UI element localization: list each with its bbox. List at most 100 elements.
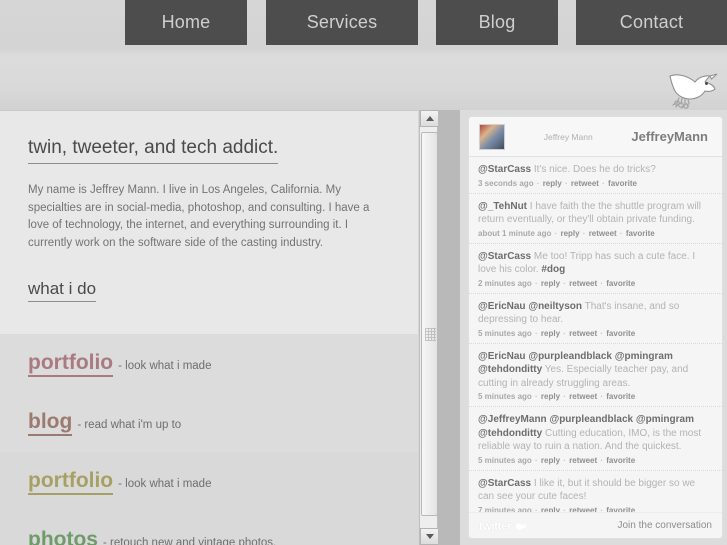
tweet-action-favorite[interactable]: favorite: [626, 229, 655, 238]
tweet-action-favorite[interactable]: favorite: [606, 329, 635, 338]
link-row-blog: blog - read what i'm up to: [0, 393, 418, 453]
tweet-mention[interactable]: @_TehNut: [478, 201, 527, 212]
main-content-panel: twin, tweeter, and tech addict. My name …: [0, 110, 418, 545]
tweet-mention[interactable]: @neiltyson: [526, 301, 582, 312]
tweet-action-reply[interactable]: reply: [541, 329, 560, 338]
scroll-up-button[interactable]: [420, 110, 439, 127]
scroll-down-button[interactable]: [420, 528, 439, 545]
twitter-bird-icon: [662, 62, 722, 110]
scrollbar-grip-icon: [425, 328, 436, 341]
tweet-meta: 5 minutes ago · reply · retweet · favori…: [478, 456, 713, 465]
tweet-action-retweet[interactable]: retweet: [569, 329, 597, 338]
main-navigation: Home Services Blog Contact: [0, 0, 727, 45]
link-portfolio-1[interactable]: portfolio: [28, 351, 114, 378]
meta-separator: ·: [561, 278, 569, 288]
tweet-mention[interactable]: @pmingram: [633, 414, 694, 425]
meta-separator: ·: [562, 178, 570, 188]
twitter-widget-region: Jeffrey Mann JeffreyMann @StarCass It's …: [460, 110, 727, 545]
tweet-text: @StarCass Me too! Tripp has such a cute …: [478, 250, 696, 276]
tweet-action-retweet[interactable]: retweet: [569, 456, 597, 465]
tweet-action-retweet[interactable]: retweet: [569, 392, 597, 401]
twitter-bird-small-icon: [515, 523, 526, 530]
link-desc-blog: - read what i'm up to: [77, 419, 182, 432]
avatar: [479, 123, 505, 150]
tweet-mention[interactable]: @EricNau: [478, 351, 526, 362]
join-conversation-link[interactable]: Join the conversation: [617, 520, 712, 531]
meta-separator: ·: [580, 228, 588, 238]
meta-separator: ·: [599, 178, 608, 188]
tweet-item[interactable]: @StarCass I like it, but it should be bi…: [469, 471, 722, 513]
tweet-action-reply[interactable]: reply: [560, 229, 579, 238]
tweet-mention[interactable]: @purpleandblack: [547, 414, 633, 425]
tweet-action-retweet[interactable]: retweet: [571, 179, 599, 188]
tweet-item[interactable]: @StarCass It's nice. Does he do tricks? 3…: [469, 157, 722, 194]
tweet-hashtag[interactable]: #dog: [541, 264, 565, 275]
link-desc-photos: - retouch new and vintage photos.: [102, 537, 277, 545]
meta-separator: ·: [532, 392, 540, 401]
page-root: Home Services Blog Contact twin, tweeter…: [0, 0, 727, 545]
nav-item-home[interactable]: Home: [125, 0, 247, 45]
link-desc-portfolio-2: - look what i made: [118, 478, 212, 491]
meta-separator: ·: [598, 328, 606, 338]
tweet-text: @JeffreyMann @purpleandblack @pmingram @…: [478, 414, 702, 452]
meta-separator: ·: [532, 278, 540, 288]
tweet-item[interactable]: @EricNau @neiltyson That's insane, and s…: [469, 294, 722, 344]
tweet-mention[interactable]: @tehdonditty: [478, 428, 542, 439]
tweet-text: @_TehNut I have faith the the shuttle pr…: [478, 200, 701, 226]
tweet-mention[interactable]: @StarCass: [478, 164, 531, 175]
tweet-mention[interactable]: @StarCass: [478, 478, 531, 489]
meta-separator: ·: [598, 455, 606, 465]
meta-separator: ·: [561, 455, 569, 465]
tweet-item[interactable]: @EricNau @purpleandblack @pmingram @tehd…: [469, 344, 722, 407]
link-portfolio-2[interactable]: portfolio: [28, 469, 114, 496]
twitter-widget-footer: twitter Join the conversation: [469, 512, 722, 538]
tweet-meta: about 1 minute ago · reply · retweet · f…: [478, 229, 713, 238]
tweet-action-favorite[interactable]: favorite: [606, 392, 635, 401]
meta-separator: ·: [561, 328, 569, 338]
tweet-list[interactable]: @StarCass It's nice. Does he do tricks? 3…: [469, 157, 722, 512]
intro-paragraph: My name is Jeffrey Mann. I live in Los A…: [28, 183, 370, 250]
tweet-action-favorite[interactable]: favorite: [608, 179, 637, 188]
twitter-handle[interactable]: JeffreyMann: [631, 129, 712, 144]
tweet-action-favorite[interactable]: favorite: [606, 456, 635, 465]
tweet-item[interactable]: @StarCass Me too! Tripp has such a cute …: [469, 244, 722, 294]
link-blog[interactable]: blog: [28, 410, 73, 437]
tweet-action-favorite[interactable]: favorite: [606, 279, 635, 288]
twitter-widget: Jeffrey Mann JeffreyMann @StarCass It's …: [468, 116, 723, 539]
tweet-text: @StarCass I like it, but it should be bi…: [478, 477, 696, 503]
twitter-logo: twitter: [479, 519, 527, 533]
content-scrollbar[interactable]: [419, 110, 439, 545]
tweet-timestamp: 5 minutes ago: [478, 392, 532, 401]
meta-separator: ·: [532, 328, 540, 338]
nav-item-services[interactable]: Services: [266, 0, 418, 45]
tweet-action-reply[interactable]: reply: [541, 392, 560, 401]
tweet-timestamp: 3 seconds ago: [478, 178, 534, 188]
intro-section: twin, tweeter, and tech addict. My name …: [0, 111, 418, 335]
tweet-text: @EricNau @neiltyson That's insane, and s…: [478, 300, 680, 326]
twitter-widget-header: Jeffrey Mann JeffreyMann: [469, 117, 722, 157]
nav-item-contact[interactable]: Contact: [576, 0, 727, 45]
section-heading-what-i-do: what i do: [28, 279, 97, 303]
tweet-action-reply[interactable]: reply: [541, 279, 560, 288]
meta-separator: ·: [534, 178, 542, 188]
tweet-text: @StarCass It's nice. Does he do tricks?: [478, 164, 656, 175]
scrollbar-thumb[interactable]: [421, 132, 438, 516]
tweet-mention[interactable]: @pmingram: [612, 351, 673, 362]
tweet-mention[interactable]: @EricNau: [478, 301, 526, 312]
link-photos[interactable]: photos: [28, 528, 98, 545]
tweet-action-retweet[interactable]: retweet: [569, 279, 597, 288]
tweet-timestamp: 5 minutes ago: [478, 455, 532, 465]
tweet-action-reply[interactable]: reply: [543, 179, 562, 188]
tweet-action-reply[interactable]: reply: [541, 456, 560, 465]
tweet-mention[interactable]: @purpleandblack: [526, 351, 612, 362]
tweet-item[interactable]: @JeffreyMann @purpleandblack @pmingram @…: [469, 407, 722, 471]
tweet-meta: 5 minutes ago · reply · retweet · favori…: [478, 392, 713, 401]
tweet-timestamp: about 1 minute ago: [478, 228, 552, 238]
tweet-mention[interactable]: @tehdonditty: [478, 364, 542, 375]
tweet-mention[interactable]: @StarCass: [478, 251, 531, 262]
meta-separator: ·: [561, 392, 569, 401]
tweet-item[interactable]: @_TehNut I have faith the the shuttle pr…: [469, 194, 722, 244]
tweet-mention[interactable]: @JeffreyMann: [478, 414, 547, 425]
tweet-action-retweet[interactable]: retweet: [589, 229, 617, 238]
nav-item-blog[interactable]: Blog: [436, 0, 558, 45]
